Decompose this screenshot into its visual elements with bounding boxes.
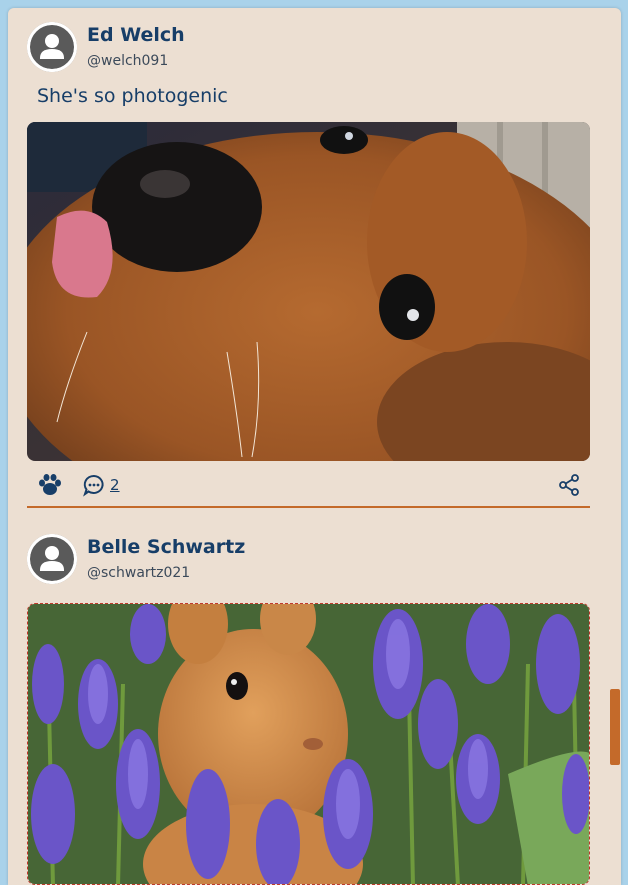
avatar[interactable] (27, 534, 77, 584)
dog-photo (27, 122, 590, 461)
post-text: She's so photogenic (37, 85, 228, 107)
author-name[interactable]: Belle Schwartz (87, 536, 245, 558)
share-icon (559, 474, 579, 496)
scrollbar[interactable] (609, 8, 621, 885)
post-image[interactable] (27, 603, 590, 885)
comment-button[interactable]: 2 (82, 470, 120, 500)
bunny-photo (28, 604, 589, 884)
post-divider (27, 506, 590, 508)
user-avatar-icon (27, 22, 77, 72)
feed: Ed Welch @welch091 She's so photogenic 2… (8, 8, 621, 885)
post-actions: 2 (27, 470, 590, 500)
comment-icon (83, 474, 104, 497)
paw-icon (39, 474, 61, 495)
user-avatar-icon (27, 534, 77, 584)
post-image[interactable] (27, 122, 590, 461)
scrollbar-thumb[interactable] (610, 689, 620, 765)
share-button[interactable] (558, 470, 580, 500)
avatar[interactable] (27, 22, 77, 72)
author-handle: @welch091 (87, 53, 169, 69)
author-handle: @schwartz021 (87, 565, 191, 581)
author-name[interactable]: Ed Welch (87, 24, 185, 46)
like-button[interactable] (37, 470, 63, 500)
comment-count[interactable]: 2 (110, 476, 120, 494)
